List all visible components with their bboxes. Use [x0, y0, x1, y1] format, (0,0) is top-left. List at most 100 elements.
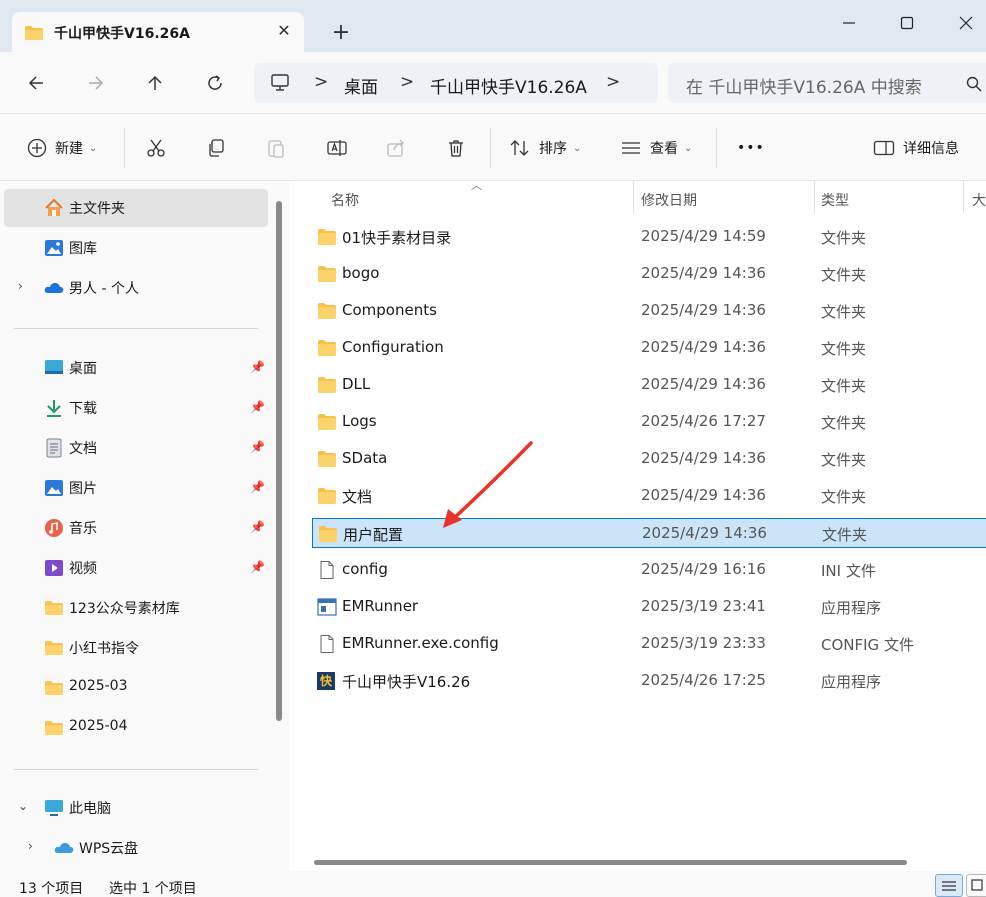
back-button[interactable] — [21, 68, 51, 98]
sidebar-item-home[interactable]: 主文件夹 — [4, 189, 268, 227]
breadcrumb-desktop[interactable]: 桌面 — [344, 73, 378, 98]
more-options-button[interactable]: ••• — [737, 132, 765, 164]
details-view-button[interactable] — [935, 874, 963, 897]
file-date: 2025/4/29 16:16 — [641, 560, 766, 578]
tiles-view-icon — [971, 879, 983, 891]
sidebar-item-music[interactable]: 音乐 📌 — [4, 509, 268, 547]
sidebar-item-videos[interactable]: 视频 📌 — [4, 549, 268, 587]
sidebar-item-label: 男人 - 个人 — [69, 281, 139, 297]
maximize-button[interactable] — [892, 8, 922, 38]
folder-icon — [45, 601, 63, 615]
sidebar-item-pictures[interactable]: 图片 📌 — [4, 469, 268, 507]
sidebar-item-label: 主文件夹 — [69, 201, 125, 217]
chevron-right-icon[interactable]: › — [18, 279, 23, 293]
chevron-right-icon[interactable]: › — [28, 839, 33, 853]
chevron-down-icon[interactable]: ⌄ — [18, 799, 28, 813]
sidebar-item-folder-4[interactable]: 2025-04 — [4, 709, 268, 747]
breadcrumb-separator: > — [400, 72, 415, 92]
forward-button[interactable] — [81, 68, 111, 98]
file-name: Configuration — [342, 338, 444, 356]
column-divider[interactable] — [633, 181, 634, 213]
sidebar-item-downloads[interactable]: 下载 📌 — [4, 389, 268, 427]
sidebar-item-label: 123公众号素材库 — [69, 601, 180, 617]
paste-button[interactable] — [266, 132, 286, 164]
rename-button[interactable] — [326, 132, 348, 164]
file-type: 文件夹 — [821, 303, 867, 321]
refresh-button[interactable] — [200, 68, 230, 98]
search-icon — [966, 76, 982, 92]
close-icon[interactable]: ✕ — [274, 21, 294, 41]
search-input[interactable]: 在 千山甲快手V16.26A 中搜索 — [668, 63, 986, 103]
copy-button[interactable] — [206, 132, 226, 164]
file-row[interactable]: SData 2025/4/29 14:36 文件夹 — [312, 444, 986, 474]
sidebar-item-gallery[interactable]: 图库 — [4, 229, 268, 267]
file-row[interactable]: Logs 2025/4/26 17:27 文件夹 — [312, 407, 986, 437]
file-type: INI 文件 — [821, 562, 876, 580]
file-name: 文档 — [342, 488, 373, 506]
sidebar-item-wps-cloud[interactable]: › WPS云盘 — [4, 829, 268, 867]
file-row[interactable]: DLL 2025/4/29 14:36 文件夹 — [312, 370, 986, 400]
sidebar-item-folder-1[interactable]: 123公众号素材库 — [4, 589, 268, 627]
folder-icon — [318, 488, 336, 504]
file-type: 文件夹 — [821, 414, 867, 432]
delete-button[interactable] — [446, 132, 466, 164]
document-icon — [46, 438, 62, 458]
share-icon — [387, 139, 404, 157]
breadcrumb-current-folder[interactable]: 千山甲快手V16.26A — [430, 73, 587, 98]
view-button[interactable]: 查看 ⌄ — [620, 132, 692, 164]
sidebar-item-this-pc[interactable]: ⌄ 此电脑 — [4, 789, 268, 827]
file-row[interactable]: 文档 2025/4/29 14:36 文件夹 — [312, 481, 986, 511]
rename-icon — [327, 140, 347, 156]
sidebar-item-desktop[interactable]: 桌面 📌 — [4, 349, 268, 387]
folder-icon — [318, 451, 336, 467]
sidebar-item-label: 下载 — [69, 401, 97, 417]
close-window-button[interactable] — [951, 8, 981, 38]
folder-icon — [45, 681, 63, 695]
file-row[interactable]: config 2025/4/29 16:16 INI 文件 — [312, 555, 986, 585]
horizontal-scrollbar[interactable] — [314, 860, 907, 865]
sidebar-scrollbar[interactable] — [276, 201, 282, 721]
details-pane-button[interactable]: 详细信息 — [873, 132, 959, 164]
chevron-down-icon: ⌄ — [573, 142, 582, 154]
sidebar-item-documents[interactable]: 文档 📌 — [4, 429, 268, 467]
column-divider[interactable] — [963, 181, 964, 213]
sidebar-item-folder-3[interactable]: 2025-03 — [4, 669, 268, 707]
column-divider[interactable] — [814, 181, 815, 213]
file-row[interactable]: 用户配置 2025/4/29 14:36 文件夹 — [312, 518, 986, 548]
column-header-date[interactable]: 修改日期 — [641, 190, 697, 210]
folder-icon — [45, 721, 63, 735]
file-row[interactable]: bogo 2025/4/29 14:36 文件夹 — [312, 259, 986, 289]
new-tab-button[interactable]: + — [328, 22, 354, 46]
column-header-size[interactable]: 大 — [972, 190, 986, 210]
folder-icon — [318, 414, 336, 430]
plus-circle-icon — [27, 138, 47, 158]
minimize-button[interactable] — [834, 8, 864, 38]
new-button[interactable]: 新建 ⌄ — [27, 132, 97, 164]
tiles-view-button[interactable] — [966, 874, 986, 897]
sidebar-item-onedrive[interactable]: › 男人 - 个人 — [4, 269, 268, 307]
file-row[interactable]: Configuration 2025/4/29 14:36 文件夹 — [312, 333, 986, 363]
breadcrumb-separator[interactable]: > — [606, 72, 620, 92]
cut-button[interactable] — [146, 132, 166, 164]
file-row[interactable]: Components 2025/4/29 14:36 文件夹 — [312, 296, 986, 326]
pin-icon: 📌 — [250, 560, 265, 574]
column-header-type[interactable]: 类型 — [821, 190, 849, 210]
file-type: CONFIG 文件 — [821, 636, 914, 654]
share-button[interactable] — [386, 132, 406, 164]
up-button[interactable] — [140, 68, 170, 98]
folder-icon — [318, 229, 336, 245]
pin-icon: 📌 — [250, 480, 265, 494]
file-type: 文件夹 — [821, 266, 867, 284]
sidebar-item-folder-2[interactable]: 小红书指令 — [4, 629, 268, 667]
tab-active[interactable]: 千山甲快手V16.26A ✕ — [12, 12, 304, 52]
sidebar-item-label: 2025-04 — [69, 718, 128, 734]
file-name: Logs — [342, 412, 377, 430]
file-type: 文件夹 — [821, 377, 867, 395]
file-row[interactable]: EMRunner 2025/3/19 23:41 应用程序 — [312, 592, 986, 622]
column-header-name[interactable]: 名称 — [331, 190, 359, 210]
address-bar[interactable]: > 桌面 > 千山甲快手V16.26A > — [254, 63, 658, 103]
file-row[interactable]: EMRunner.exe.config 2025/3/19 23:33 CONFIG… — [312, 629, 986, 659]
file-row[interactable]: 快千山甲快手V16.26 2025/4/26 17:25 应用程序 — [312, 666, 986, 696]
sort-button[interactable]: 排序 ⌄ — [509, 132, 581, 164]
file-row[interactable]: 01快手素材目录 2025/4/29 14:59 文件夹 — [312, 222, 986, 252]
